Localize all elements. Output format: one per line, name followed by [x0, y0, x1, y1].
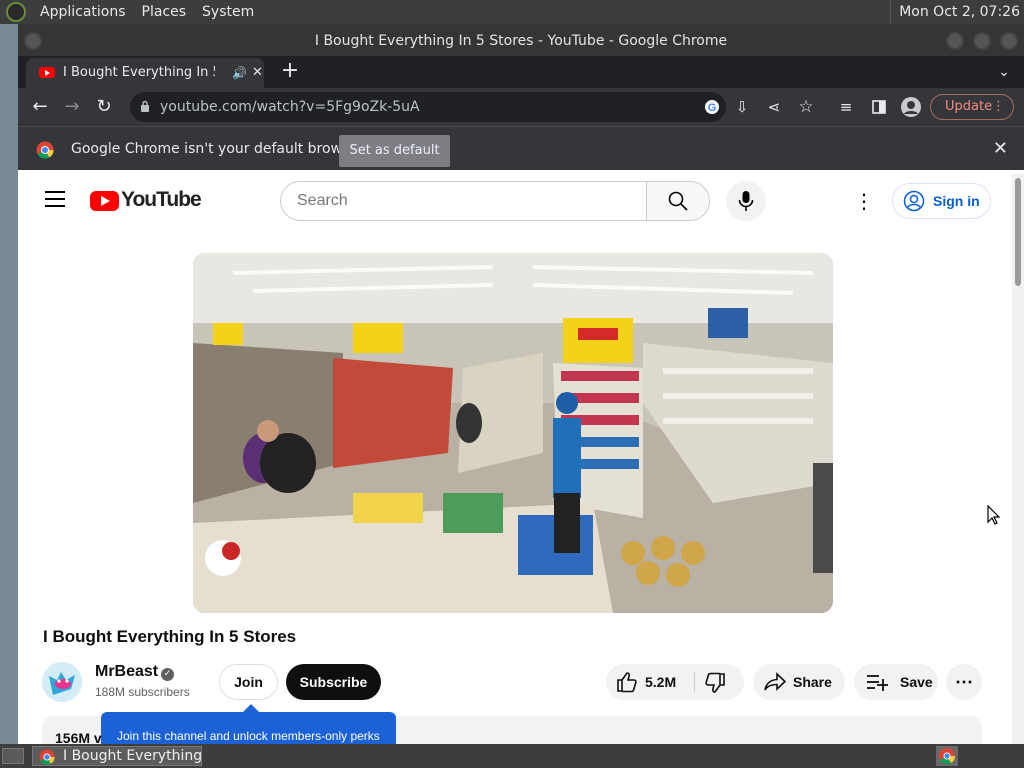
tooltip-text: Join this channel and unlock members-onl… [117, 729, 380, 743]
more-actions-icon[interactable]: ⋯ [946, 664, 982, 700]
distro-logo-icon[interactable] [6, 2, 26, 22]
window-title: I Bought Everything In 5 Stores - YouTub… [314, 33, 728, 49]
share-button[interactable]: Share [753, 664, 845, 700]
youtube-favicon-icon [39, 67, 55, 78]
share-label: Share [793, 674, 832, 690]
tab-close-icon[interactable]: ✕ [252, 58, 263, 88]
mrbeast-logo-icon [42, 662, 82, 702]
microphone-icon [738, 191, 754, 211]
taskbar-chrome-item[interactable]: I Bought Everything ... [32, 746, 202, 766]
channel-name[interactable]: MrBeast [95, 663, 158, 681]
menu-system[interactable]: System [194, 0, 262, 24]
audio-playing-icon[interactable]: 🔊 [232, 58, 247, 88]
video-title: I Bought Everything In 5 Stores [43, 627, 297, 646]
infobar-message: Google Chrome isn't your default browser [71, 141, 364, 157]
search-input[interactable]: Search [280, 181, 648, 221]
chrome-taskbar-icon [39, 749, 55, 765]
back-arrow-icon[interactable]: ← [27, 94, 53, 120]
thumbs-up-icon[interactable] [616, 671, 638, 693]
chrome-tray-icon[interactable] [936, 746, 958, 766]
subscribe-button[interactable]: Subscribe [286, 664, 381, 700]
youtube-wordmark: YouTube [121, 188, 202, 211]
channel-avatar[interactable] [42, 662, 82, 702]
maximize-icon[interactable] [973, 32, 991, 50]
chrome-window: I Bought Everything In 5 Stores - YouTub… [18, 24, 1024, 744]
media-controls-icon[interactable]: ≡ [833, 94, 859, 120]
reload-icon[interactable]: ↻ [91, 94, 117, 120]
sign-in-label: Sign in [933, 193, 980, 209]
google-lens-icon[interactable]: G [699, 94, 725, 120]
like-dislike-group: 5.2M [606, 664, 744, 700]
update-label: Update [945, 99, 993, 114]
tab-search-chevron-icon[interactable]: ⌄ [994, 56, 1014, 88]
verified-check-icon: ✓ [161, 668, 174, 681]
account-circle-icon [903, 190, 925, 212]
forward-arrow-icon[interactable]: → [59, 94, 85, 120]
infobar-close-icon[interactable]: ✕ [993, 127, 1008, 171]
default-browser-infobar: Google Chrome isn't your default browser… [18, 126, 1024, 170]
mouse-cursor-icon [987, 505, 1001, 525]
save-label: Save [900, 674, 933, 690]
tab-title: I Bought Everything In 5 Stores [63, 65, 215, 80]
join-button[interactable]: Join [219, 664, 278, 700]
youtube-header: YouTube Search ⋮ Sign in [18, 174, 1012, 230]
tab-youtube[interactable]: I Bought Everything In 5 Stores 🔊 ✕ [26, 58, 264, 88]
set-as-default-button[interactable]: Set as default [339, 135, 450, 167]
save-button[interactable]: Save [854, 664, 938, 700]
join-tooltip: Join this channel and unlock members-onl… [101, 704, 396, 744]
like-divider [694, 672, 695, 692]
youtube-play-logo-icon [90, 191, 119, 211]
address-bar[interactable]: youtube.com/watch?v=5Fg9oZk-5uA G [130, 92, 726, 122]
lock-icon[interactable] [140, 100, 150, 112]
search-icon [668, 191, 688, 211]
bookmark-star-icon[interactable]: ☆ [793, 94, 819, 120]
clock[interactable]: Mon Oct 2, 07:26 [890, 0, 1020, 24]
window-titlebar[interactable]: I Bought Everything In 5 Stores - YouTub… [18, 24, 1024, 56]
window-menu-icon[interactable] [24, 32, 42, 50]
url-text: youtube.com/watch?v=5Fg9oZk-5uA [160, 99, 420, 115]
show-desktop-icon[interactable] [2, 748, 24, 764]
hamburger-menu-icon[interactable] [45, 191, 65, 207]
search-button[interactable] [646, 181, 710, 221]
install-app-icon[interactable]: ⇩ [729, 94, 755, 120]
subscriber-count: 188M subscribers [95, 685, 190, 699]
thumbs-down-icon[interactable] [704, 672, 726, 694]
new-tab-button[interactable]: + [278, 56, 302, 88]
playlist-add-icon [867, 675, 888, 691]
sign-in-button[interactable]: Sign in [892, 183, 991, 219]
settings-more-icon[interactable]: ⋮ [852, 188, 876, 214]
desktop-top-panel: Applications Places System Mon Oct 2, 07… [0, 0, 1024, 24]
like-count[interactable]: 5.2M [645, 664, 676, 700]
view-count: 156M v [55, 730, 102, 744]
menu-places[interactable]: Places [134, 0, 195, 24]
profile-avatar-icon[interactable] [898, 94, 924, 120]
close-window-icon[interactable] [1000, 32, 1018, 50]
scrollbar-thumb[interactable] [1015, 178, 1021, 286]
tab-strip: I Bought Everything In 5 Stores 🔊 ✕ + ⌄ [18, 56, 1024, 88]
chrome-logo-icon [36, 141, 54, 159]
update-button[interactable]: Update ⋮ [930, 94, 1014, 120]
share-page-icon[interactable]: ⋖ [761, 94, 787, 120]
video-player[interactable] [193, 253, 833, 613]
browser-toolbar: ← → ↻ youtube.com/watch?v=5Fg9oZk-5uA G … [18, 88, 1024, 126]
taskbar-item-label: I Bought Everything ... [63, 748, 202, 764]
chrome-menu-icon[interactable]: ⋮ [992, 95, 1005, 119]
page-scrollbar[interactable] [1012, 174, 1024, 744]
youtube-page: YouTube Search ⋮ Sign in I Bought Everyt… [18, 174, 1024, 744]
side-panel-icon[interactable] [866, 94, 892, 120]
desktop-taskbar: I Bought Everything ... [0, 744, 1024, 768]
svg-text:G: G [708, 102, 717, 114]
share-arrow-icon [764, 672, 786, 691]
voice-search-button[interactable] [726, 181, 766, 221]
video-frame-store-aisle [193, 253, 833, 613]
menu-applications[interactable]: Applications [32, 0, 134, 24]
minimize-icon[interactable] [946, 32, 964, 50]
